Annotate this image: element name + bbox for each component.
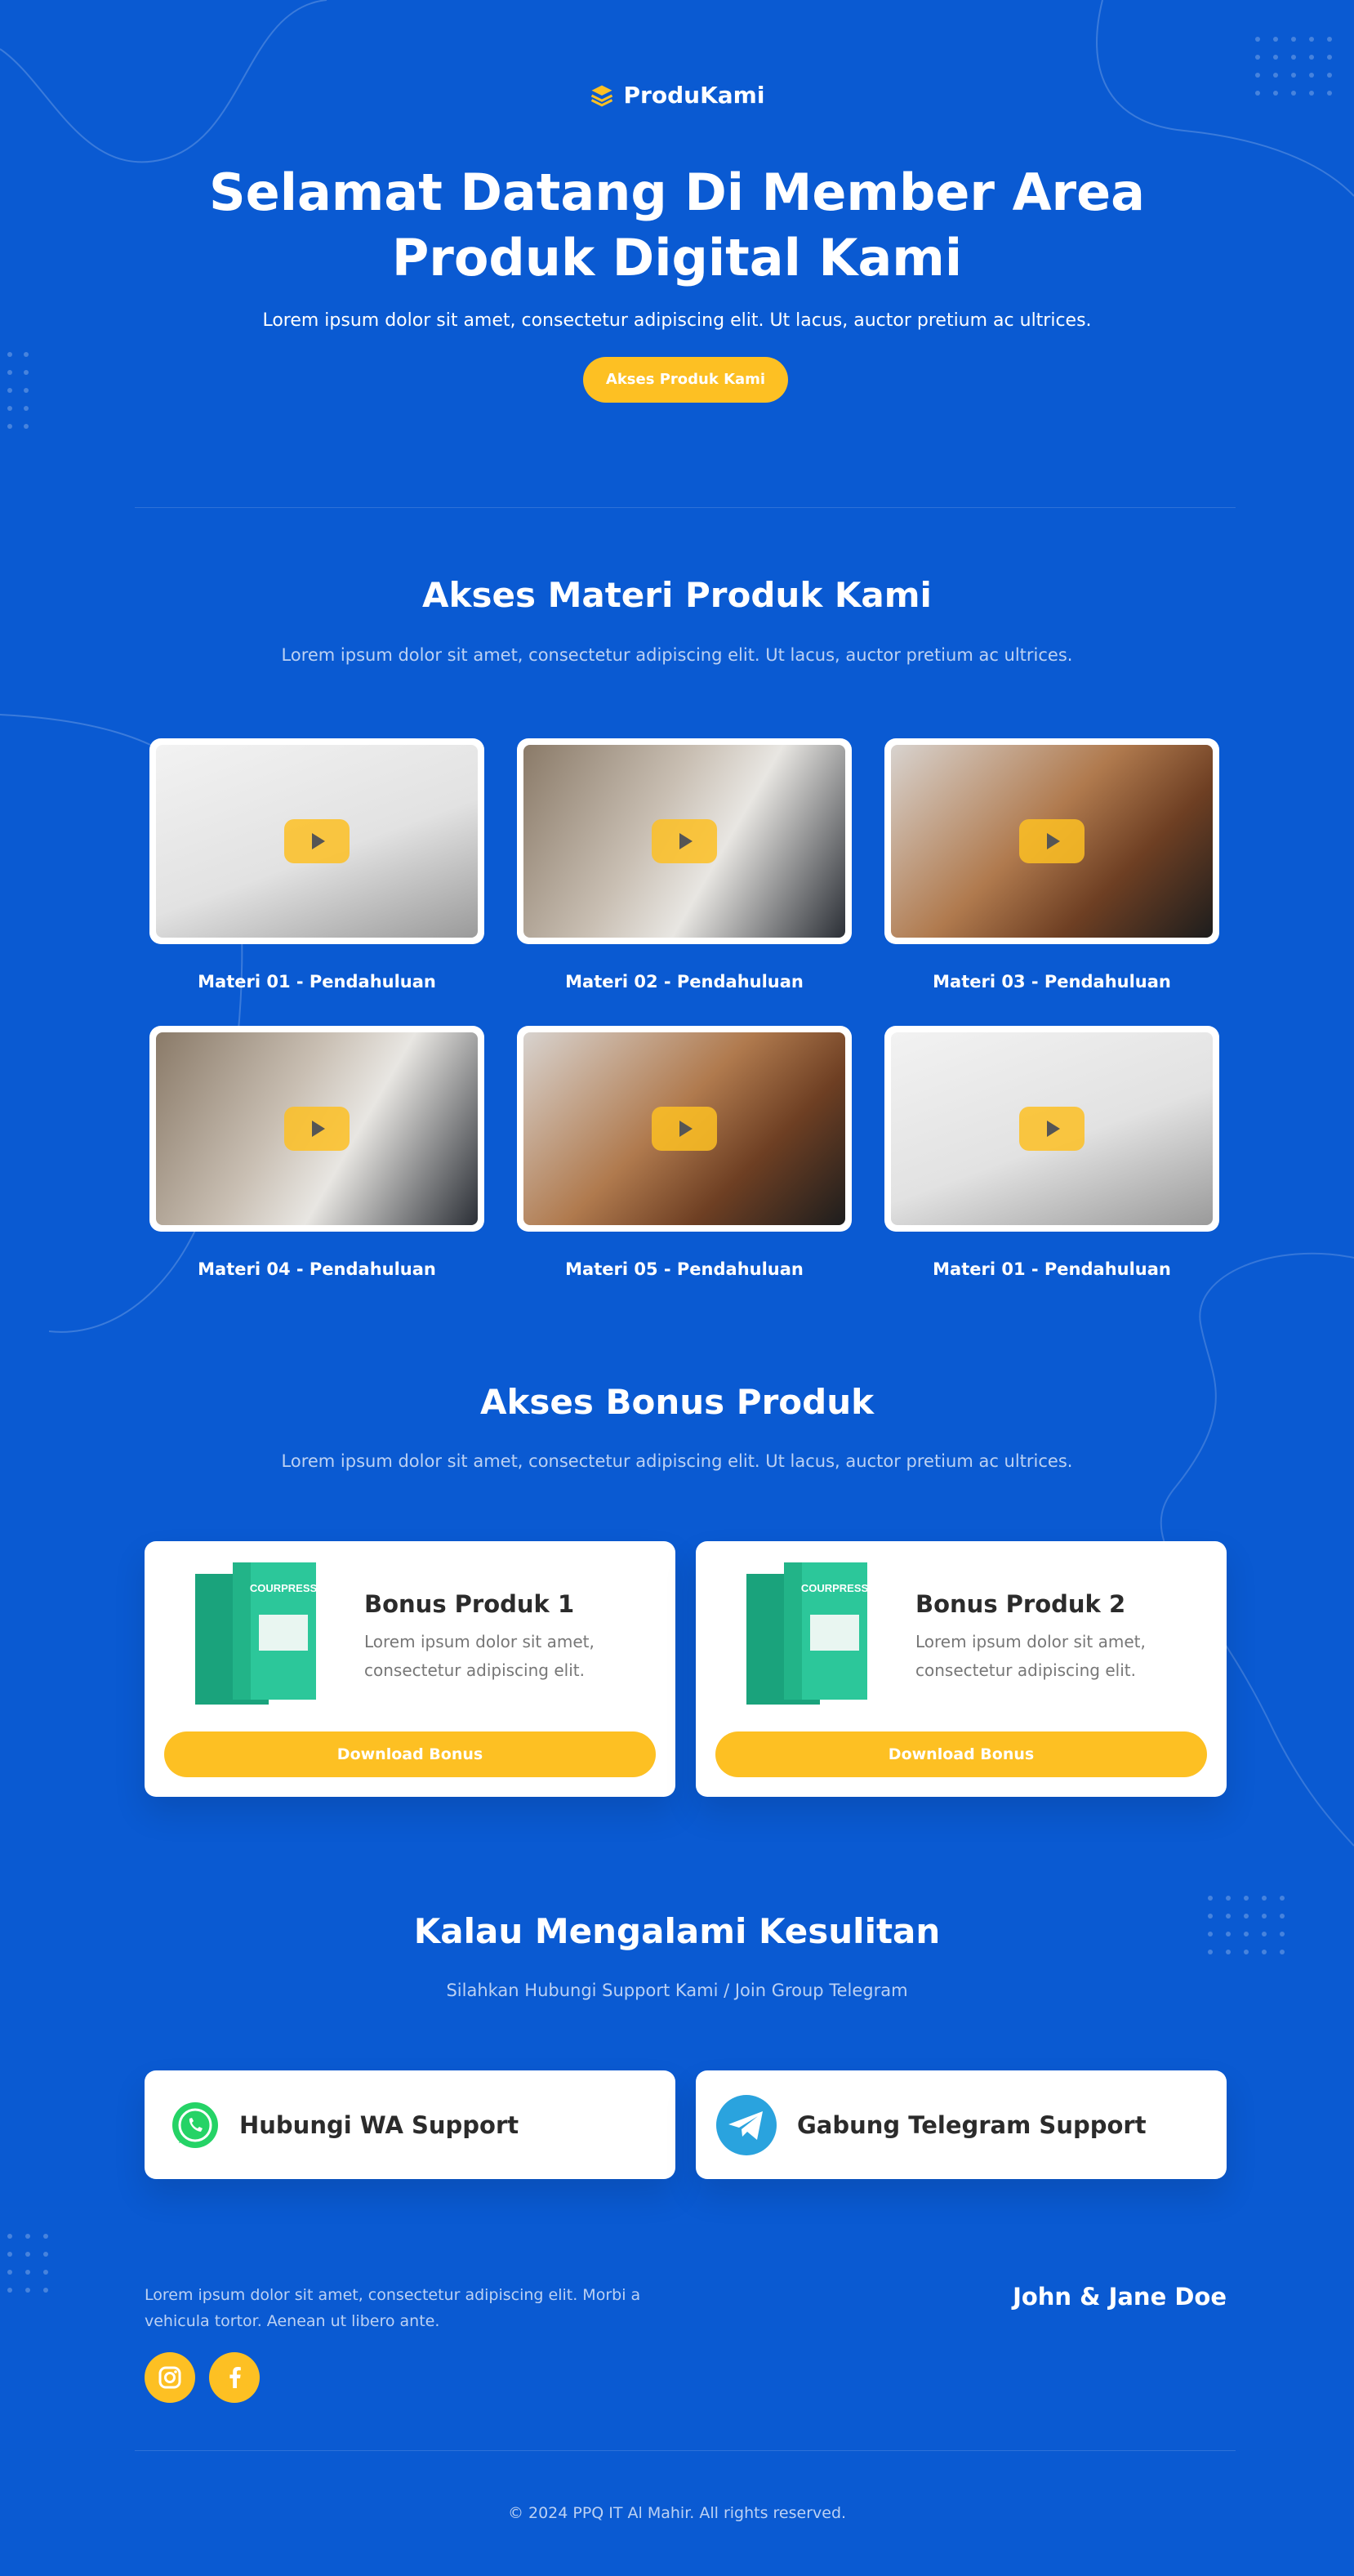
brand-logo[interactable]: ProduKami	[0, 82, 1354, 109]
bonus-subtitle: Lorem ipsum dolor sit amet, consectetur …	[281, 1451, 1073, 1471]
hero-title-line-2: Produk Digital Kami	[391, 228, 963, 287]
bonus-product-title: Bonus Produk 2	[915, 1590, 1126, 1618]
facebook-icon	[229, 2367, 241, 2388]
play-icon[interactable]	[1019, 819, 1085, 863]
access-product-button[interactable]: Akses Produk Kami	[583, 357, 788, 403]
instagram-icon	[158, 2366, 181, 2389]
divider	[135, 507, 1236, 508]
instagram-button[interactable]	[145, 2352, 195, 2403]
hero-subtitle: Lorem ipsum dolor sit amet, consectetur …	[262, 310, 1092, 331]
whatsapp-support-card[interactable]: Hubungi WA Support	[145, 2070, 675, 2179]
materials-subtitle: Lorem ipsum dolor sit amet, consectetur …	[281, 645, 1073, 665]
support-title: Kalau Mengalami Kesulitan	[413, 1911, 941, 1951]
materials-title: Akses Materi Produk Kami	[422, 575, 932, 615]
download-bonus-button[interactable]: Download Bonus	[164, 1731, 656, 1777]
footer-description: Lorem ipsum dolor sit amet, consectetur …	[145, 2286, 641, 2330]
layers-icon	[590, 85, 612, 107]
video-thumbnail	[156, 745, 478, 938]
video-thumbnail	[891, 745, 1213, 938]
material-label-3[interactable]: Materi 03 - Pendahuluan	[884, 972, 1219, 992]
material-label-4[interactable]: Materi 04 - Pendahuluan	[149, 1259, 484, 1279]
bonus-title: Akses Bonus Produk	[479, 1382, 875, 1422]
footer-divider	[135, 2450, 1236, 2451]
telegram-support-card[interactable]: Gabung Telegram Support	[696, 2070, 1227, 2179]
bonus-card-1: COURPRESS Bonus Produk 1 Lorem ipsum dol…	[145, 1541, 675, 1797]
whatsapp-support-label: Hubungi WA Support	[239, 2110, 519, 2139]
bonus-card-2: COURPRESS Bonus Produk 2 Lorem ipsum dol…	[696, 1541, 1227, 1797]
bonus-product-desc: Lorem ipsum dolor sit amet, consectetur …	[915, 1632, 1146, 1680]
material-label-2[interactable]: Materi 02 - Pendahuluan	[517, 972, 852, 992]
material-label-6[interactable]: Materi 01 - Pendahuluan	[884, 1259, 1219, 1279]
material-video-card-3[interactable]	[884, 738, 1219, 944]
download-bonus-button[interactable]: Download Bonus	[715, 1731, 1207, 1777]
bonus-product-desc: Lorem ipsum dolor sit amet, consectetur …	[364, 1632, 595, 1680]
box-brand-text: COURPRESS	[801, 1582, 867, 1594]
hero-title-line-1: Selamat Datang Di Member Area	[208, 163, 1146, 222]
copyright-text: © 2024 PPQ IT Al Mahir. All rights reser…	[507, 2504, 847, 2522]
support-subtitle: Silahkan Hubungi Support Kami / Join Gro…	[446, 1981, 908, 2000]
product-box-image: COURPRESS	[195, 1562, 316, 1705]
whatsapp-icon	[172, 2101, 218, 2148]
material-video-card-6[interactable]	[884, 1026, 1219, 1232]
telegram-icon	[716, 2094, 777, 2155]
video-thumbnail	[891, 1032, 1213, 1225]
video-thumbnail	[156, 1032, 478, 1225]
play-icon[interactable]	[284, 1107, 350, 1151]
material-video-card-1[interactable]	[149, 738, 484, 944]
telegram-support-label: Gabung Telegram Support	[797, 2110, 1147, 2139]
facebook-button[interactable]	[209, 2352, 260, 2403]
play-icon[interactable]	[284, 819, 350, 863]
material-video-card-5[interactable]	[517, 1026, 852, 1232]
product-box-image: COURPRESS	[746, 1562, 867, 1705]
box-brand-text: COURPRESS	[250, 1582, 316, 1594]
play-icon[interactable]	[652, 819, 717, 863]
material-label-5[interactable]: Materi 05 - Pendahuluan	[517, 1259, 852, 1279]
material-label-1[interactable]: Materi 01 - Pendahuluan	[149, 972, 484, 992]
video-thumbnail	[523, 745, 845, 938]
bonus-product-title: Bonus Produk 1	[364, 1590, 575, 1618]
material-video-card-2[interactable]	[517, 738, 852, 944]
hero-title: Selamat Datang Di Member Area Produk Dig…	[0, 160, 1354, 291]
play-icon[interactable]	[652, 1107, 717, 1151]
play-icon[interactable]	[1019, 1107, 1085, 1151]
footer-owner-name: John & Jane Doe	[1013, 2283, 1227, 2311]
material-video-card-4[interactable]	[149, 1026, 484, 1232]
brand-name: ProduKami	[623, 82, 765, 109]
video-thumbnail	[523, 1032, 845, 1225]
